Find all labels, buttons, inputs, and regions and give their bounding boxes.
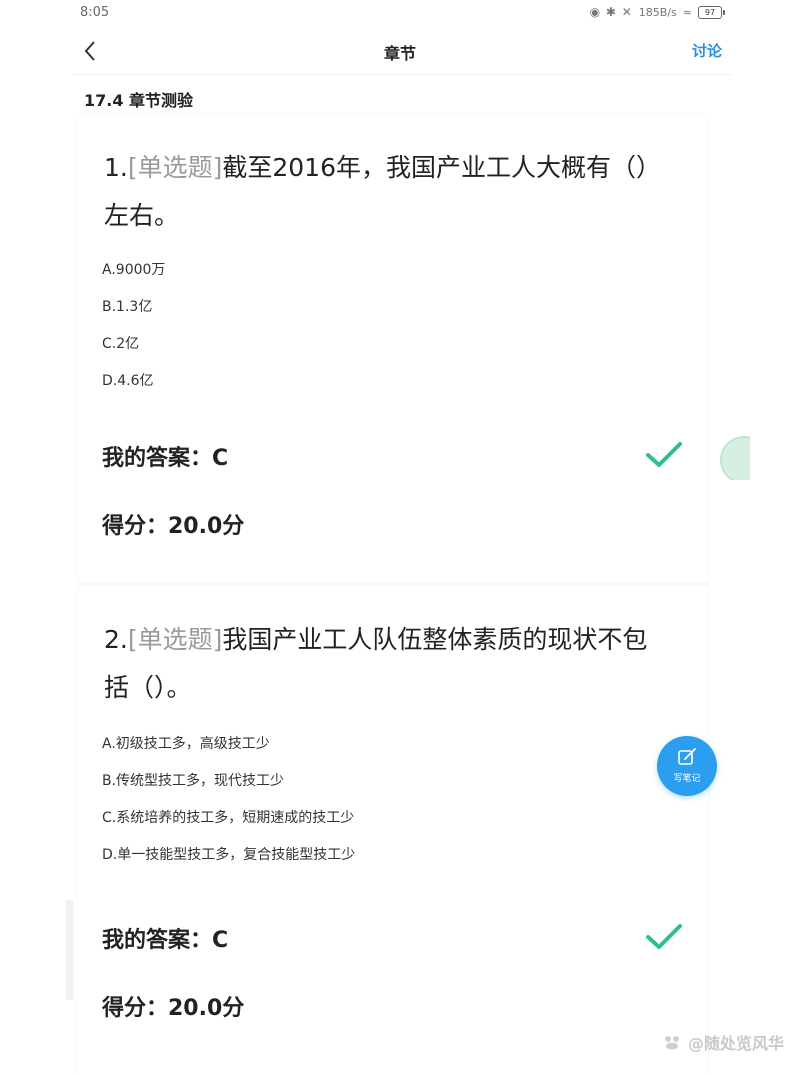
option-d[interactable]: D.4.6亿 — [102, 363, 165, 400]
score: 得分：20.0分 — [102, 996, 245, 1021]
status-bar: 8:05 ◉ ✱ ✕ 185B/s ≈ 97 — [0, 0, 800, 26]
option-list: A.初级技工多，高级技工少 B.传统型技工多，现代技工少 C.系统培养的技工多，… — [102, 726, 355, 874]
battery-icon: 97 — [698, 5, 725, 19]
write-note-button[interactable]: 写笔记 — [657, 736, 717, 796]
my-answer: 我的答案：C — [102, 446, 229, 471]
wifi-icon: ≈ — [682, 5, 692, 19]
quiz-card: 1.[单选题]截至2016年，我国产业工人大概有（）左右。 A.9000万 B.… — [78, 114, 708, 1074]
left-edge-handle[interactable] — [66, 900, 74, 1000]
question-1: 1.[单选题]截至2016年，我国产业工人大概有（）左右。 A.9000万 B.… — [78, 114, 708, 582]
question-title: 2.[单选题]我国产业工人队伍整体素质的现状不包括（）。 — [104, 616, 664, 712]
write-note-label: 写笔记 — [673, 774, 701, 784]
option-c[interactable]: C.系统培养的技工多，短期速成的技工少 — [102, 800, 355, 837]
option-c[interactable]: C.2亿 — [102, 326, 165, 363]
nav-divider — [72, 74, 732, 75]
watermark: @随处览风华 — [662, 1030, 784, 1054]
correct-check-icon — [646, 924, 682, 949]
status-time: 8:05 — [80, 5, 110, 20]
status-signal-icons: ◉ ✱ ✕ — [589, 5, 633, 19]
network-speed: 185B/s — [638, 5, 677, 19]
watermark-text: @随处览风华 — [687, 1034, 784, 1053]
status-indicators: ◉ ✱ ✕ 185B/s ≈ 97 — [589, 5, 725, 19]
option-a[interactable]: A.初级技工多，高级技工少 — [102, 726, 355, 763]
option-list: A.9000万 B.1.3亿 C.2亿 D.4.6亿 — [102, 252, 165, 400]
edit-note-icon — [678, 748, 696, 765]
discuss-link[interactable]: 讨论 — [692, 40, 722, 61]
option-d[interactable]: D.单一技能型技工多，复合技能型技工少 — [102, 837, 355, 874]
my-answer: 我的答案：C — [102, 928, 229, 953]
question-title: 1.[单选题]截至2016年，我国产业工人大概有（）左右。 — [104, 144, 664, 240]
question-number: 1. — [104, 153, 128, 182]
paw-logo-icon — [664, 1036, 679, 1050]
question-number: 2. — [104, 625, 128, 654]
question-type: [单选题] — [127, 625, 223, 654]
question-type: [单选题] — [127, 153, 223, 182]
option-a[interactable]: A.9000万 — [102, 252, 165, 289]
chapter-heading: 17.4 章节测验 — [84, 91, 194, 110]
score: 得分：20.0分 — [102, 514, 245, 539]
option-b[interactable]: B.传统型技工多，现代技工少 — [102, 763, 355, 800]
side-drawer-tab[interactable] — [720, 436, 750, 480]
nav-bar: 章节 讨论 — [0, 28, 800, 74]
correct-check-icon — [646, 442, 682, 467]
page-title: 章节 — [383, 44, 416, 63]
option-b[interactable]: B.1.3亿 — [102, 289, 165, 326]
question-2: 2.[单选题]我国产业工人队伍整体素质的现状不包括（）。 A.初级技工多，高级技… — [78, 586, 708, 1074]
side-drawer-circle — [720, 436, 750, 480]
